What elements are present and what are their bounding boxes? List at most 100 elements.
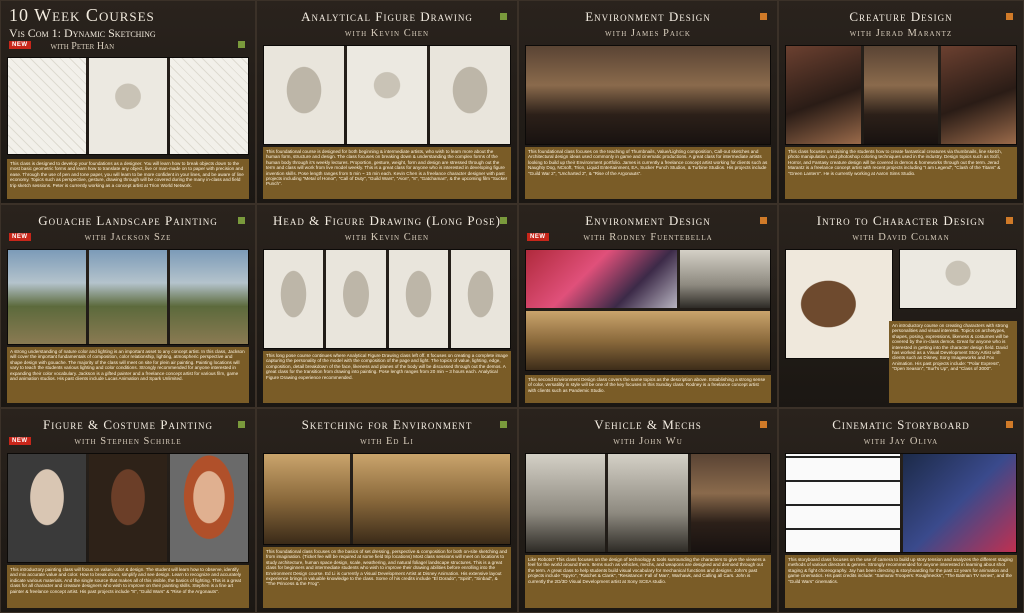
course-instructor: with John Wu	[613, 436, 683, 447]
course-description: This second Environment Design class cov…	[525, 375, 771, 403]
category-marker-green	[500, 13, 507, 20]
course-instructor: with Stephen Schirle	[74, 436, 182, 447]
sketch-thumbnail	[170, 58, 248, 154]
course-title: Environment Design	[585, 213, 711, 228]
character-thumbnail	[900, 250, 1016, 308]
course-artwork	[899, 249, 1017, 309]
page-title: 10 Week Courses	[9, 5, 155, 25]
category-marker-green	[500, 217, 507, 224]
course-description: This class is designed to develop your f…	[7, 159, 249, 199]
environment-thumbnail	[353, 454, 510, 544]
header-block: 10 Week Courses Vis Com 1: Dynamic Sketc…	[9, 5, 156, 52]
sketch-thumbnail	[8, 58, 86, 154]
course-description: This foundational course is designed for…	[263, 147, 511, 199]
figure-thumbnail	[430, 46, 510, 144]
sketch-thumbnail	[89, 58, 167, 154]
course-panel-analytical-figure[interactable]: Analytical Figure Drawing with Kevin Che…	[256, 0, 518, 204]
category-marker-orange	[1006, 421, 1013, 428]
course-title: Figure & Costume Painting	[43, 417, 213, 432]
course-artwork	[263, 453, 511, 545]
storyboard-thumbnail	[902, 454, 1016, 552]
course-description: A strong understanding of nature color a…	[7, 347, 249, 403]
category-marker-orange	[760, 217, 767, 224]
figure-thumbnail	[347, 46, 427, 144]
new-badge: NEW	[9, 233, 31, 241]
course-title: Head & Figure Drawing (Long Pose)	[273, 213, 501, 228]
course-instructor: with David Colman	[852, 232, 950, 243]
figure-thumbnail	[264, 250, 324, 348]
category-marker-orange	[1006, 13, 1013, 20]
course-panel-creature-design[interactable]: Creature Design with Jerad Marantz This …	[778, 0, 1024, 204]
course-instructor: with Ed Li	[360, 436, 414, 447]
course-artwork	[263, 45, 511, 145]
storyboard-thumbnail	[786, 454, 900, 552]
course-title: Environment Design	[585, 9, 711, 24]
category-marker-green	[500, 421, 507, 428]
landscape-thumbnail	[170, 250, 248, 344]
course-panel-vehicle-mechs[interactable]: Vehicle & Mechs with John Wu Like Robots…	[518, 408, 778, 613]
portrait-thumbnail	[8, 454, 86, 562]
course-panel-gouache-landscape[interactable]: Gouache Landscape Painting with Jackson …	[0, 204, 256, 408]
course-panel-figure-costume[interactable]: Figure & Costume Painting with Stephen S…	[0, 408, 256, 613]
course-title: Intro to Character Design	[816, 213, 986, 228]
landscape-thumbnail	[8, 250, 86, 344]
course-panel-character-design[interactable]: Intro to Character Design with David Col…	[778, 204, 1024, 408]
course-description: This long pose course continues where An…	[263, 351, 511, 403]
course-instructor: with Rodney Fuentebella	[583, 232, 713, 243]
course-title: Vis Com 1: Dynamic Sketching	[9, 26, 156, 40]
course-instructor: with Kevin Chen	[344, 28, 430, 39]
mech-thumbnail	[608, 454, 688, 552]
course-panel-cinematic-storyboard[interactable]: Cinematic Storyboard with Jay Oliva This…	[778, 408, 1024, 613]
course-artwork	[525, 453, 771, 553]
course-description: This storyboard class focuses on the use…	[785, 555, 1017, 608]
course-instructor: with James Paick	[604, 28, 691, 39]
course-panel-environment-paick[interactable]: Environment Design with James Paick This…	[518, 0, 778, 204]
course-artwork	[7, 57, 249, 155]
course-panel-sketching-environment[interactable]: Sketching for Environment with Ed Li Thi…	[256, 408, 518, 613]
course-instructor: with Jerad Marantz	[849, 28, 953, 39]
character-thumbnail	[786, 250, 892, 358]
course-artwork	[7, 249, 249, 345]
figure-thumbnail	[326, 250, 386, 348]
environment-thumbnail	[680, 250, 770, 308]
course-grid: 10 Week Courses Vis Com 1: Dynamic Sketc…	[0, 0, 1024, 613]
course-title: Analytical Figure Drawing	[301, 9, 473, 24]
course-panel-head-figure[interactable]: Head & Figure Drawing (Long Pose) with K…	[256, 204, 518, 408]
figure-thumbnail	[450, 250, 510, 348]
category-marker-orange	[1006, 217, 1013, 224]
course-artwork	[263, 249, 511, 349]
creature-thumbnail	[941, 46, 1016, 144]
figure-thumbnail	[388, 250, 448, 348]
course-description: An introductory course on creating chara…	[889, 321, 1017, 403]
course-instructor: with Kevin Chen	[344, 232, 430, 243]
portrait-thumbnail	[170, 454, 248, 562]
course-title: Creature Design	[849, 9, 953, 24]
course-artwork	[7, 453, 249, 563]
course-artwork	[785, 453, 1017, 553]
course-artwork	[525, 45, 771, 145]
new-badge: NEW	[9, 437, 31, 445]
course-title: Cinematic Storyboard	[832, 417, 970, 432]
mech-thumbnail	[526, 454, 606, 552]
course-title: Sketching for Environment	[301, 417, 473, 432]
category-marker-green	[238, 41, 245, 48]
course-description: This foundational class focuses on the t…	[525, 147, 771, 199]
creature-thumbnail	[786, 46, 861, 144]
mech-thumbnail	[690, 454, 770, 552]
course-description: This foundational class focuses on the b…	[263, 547, 511, 608]
course-panel-environment-fuentebella[interactable]: Environment Design with Rodney Fuentebel…	[518, 204, 778, 408]
course-title: Gouache Landscape Painting	[38, 213, 218, 228]
course-instructor: with Peter Han	[50, 41, 115, 52]
category-marker-orange	[760, 13, 767, 20]
category-marker-green	[238, 421, 245, 428]
course-description: This introductory painting class will fo…	[7, 565, 249, 608]
portrait-thumbnail	[89, 454, 167, 562]
course-description: This class focuses on training the stude…	[785, 147, 1017, 199]
course-artwork	[785, 45, 1017, 145]
environment-thumbnail	[264, 454, 351, 544]
course-artwork	[785, 249, 893, 359]
course-artwork	[525, 249, 771, 371]
course-panel-dynamic-sketching[interactable]: 10 Week Courses Vis Com 1: Dynamic Sketc…	[0, 0, 256, 204]
course-instructor: with Jay Oliva	[863, 436, 939, 447]
course-instructor: with Jackson Sze	[84, 232, 172, 243]
